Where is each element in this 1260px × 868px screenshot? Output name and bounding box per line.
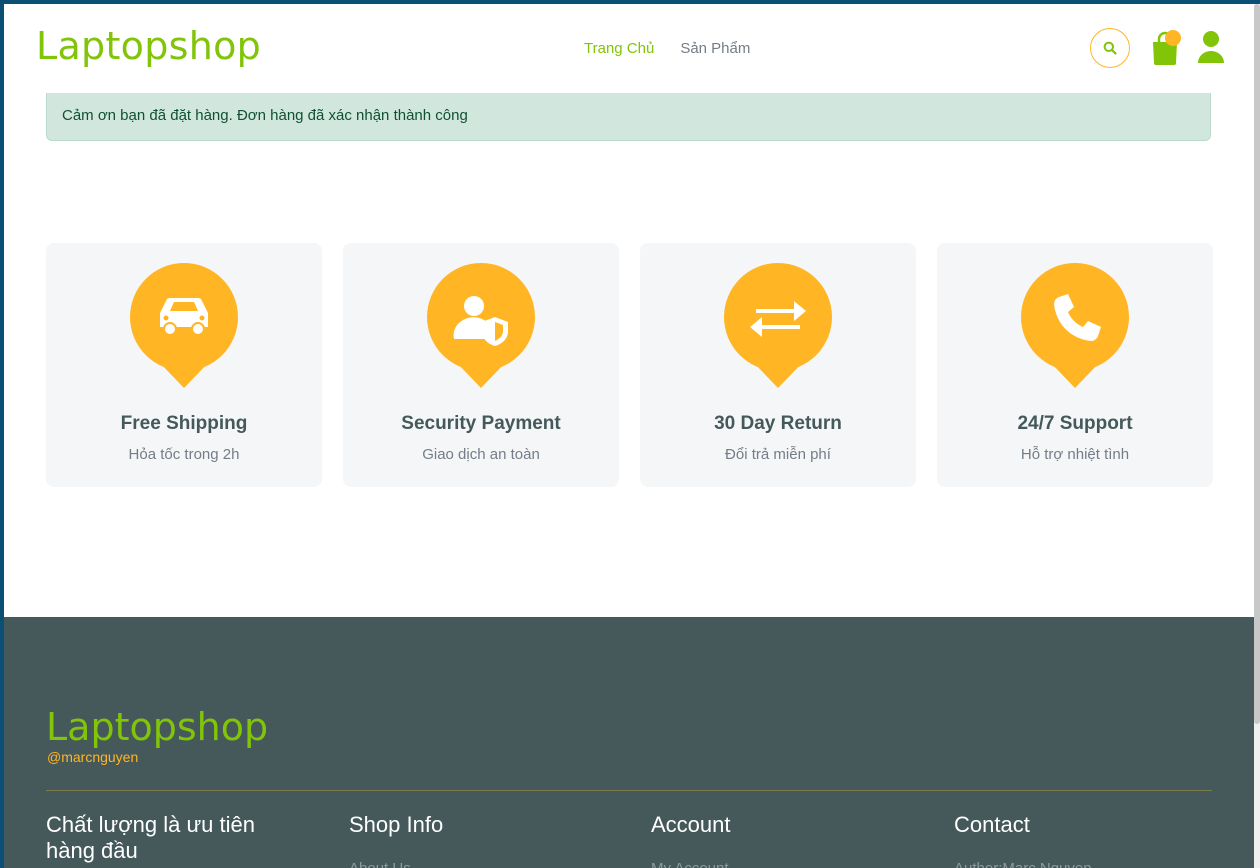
order-success-alert: Cảm ơn bạn đã đặt hàng. Đơn hàng đã xác … — [46, 93, 1211, 141]
nav-home-link[interactable]: Trang Chủ — [584, 40, 654, 57]
feature-card-shipping: Free Shipping Hỏa tốc trong 2h — [46, 243, 322, 487]
site-logo[interactable]: Laptopshop — [36, 24, 261, 68]
scrollbar-thumb[interactable] — [1254, 4, 1260, 724]
feature-title: Security Payment — [401, 413, 561, 434]
feature-subtitle: Hỏa tốc trong 2h — [128, 446, 240, 463]
user-shield-icon — [427, 263, 535, 388]
user-icon[interactable] — [1196, 30, 1226, 64]
feature-title: Free Shipping — [120, 413, 248, 434]
car-icon — [130, 263, 238, 388]
footer-slogan: Chất lượng là ưu tiên hàng đầu — [46, 812, 255, 863]
footer-my-account-link[interactable]: My Account — [651, 860, 729, 868]
cart-count-badge — [1165, 30, 1181, 46]
site-footer: Laptopshop @marcnguyen Chất lượng là ưu … — [4, 617, 1254, 868]
feature-title: 24/7 Support — [1017, 413, 1133, 434]
search-button[interactable] — [1090, 28, 1130, 68]
feature-card-support: 24/7 Support Hỗ trợ nhiệt tình — [937, 243, 1213, 487]
nav-products-link[interactable]: Sản Phẩm — [680, 40, 750, 57]
page-scrollbar[interactable] — [1254, 4, 1260, 868]
page: Laptopshop Trang Chủ Sản Phẩm Cảm ơn bạn… — [4, 4, 1254, 868]
phone-icon — [1021, 263, 1129, 388]
footer-author-text: Author:Marc Nguyen — [954, 860, 1092, 868]
feature-subtitle: Giao dịch an toàn — [422, 446, 540, 463]
feature-card-security: Security Payment Giao dịch an toàn — [343, 243, 619, 487]
exchange-arrows-icon — [724, 263, 832, 388]
footer-shop-info-title: Shop Info — [349, 812, 444, 837]
footer-account-title: Account — [651, 812, 731, 837]
footer-logo[interactable]: Laptopshop — [46, 705, 268, 749]
main-nav: Trang Chủ Sản Phẩm — [584, 40, 750, 57]
footer-divider — [46, 790, 1212, 791]
feature-card-return: 30 Day Return Đổi trả miễn phí — [640, 243, 916, 487]
feature-subtitle: Đổi trả miễn phí — [725, 446, 831, 463]
feature-title: 30 Day Return — [714, 413, 842, 434]
feature-subtitle: Hỗ trợ nhiệt tình — [1020, 446, 1130, 463]
footer-contact-title: Contact — [954, 812, 1030, 837]
search-icon — [1103, 41, 1117, 55]
footer-about-link[interactable]: About Us — [349, 860, 411, 868]
footer-handle: @marcnguyen — [47, 749, 139, 765]
